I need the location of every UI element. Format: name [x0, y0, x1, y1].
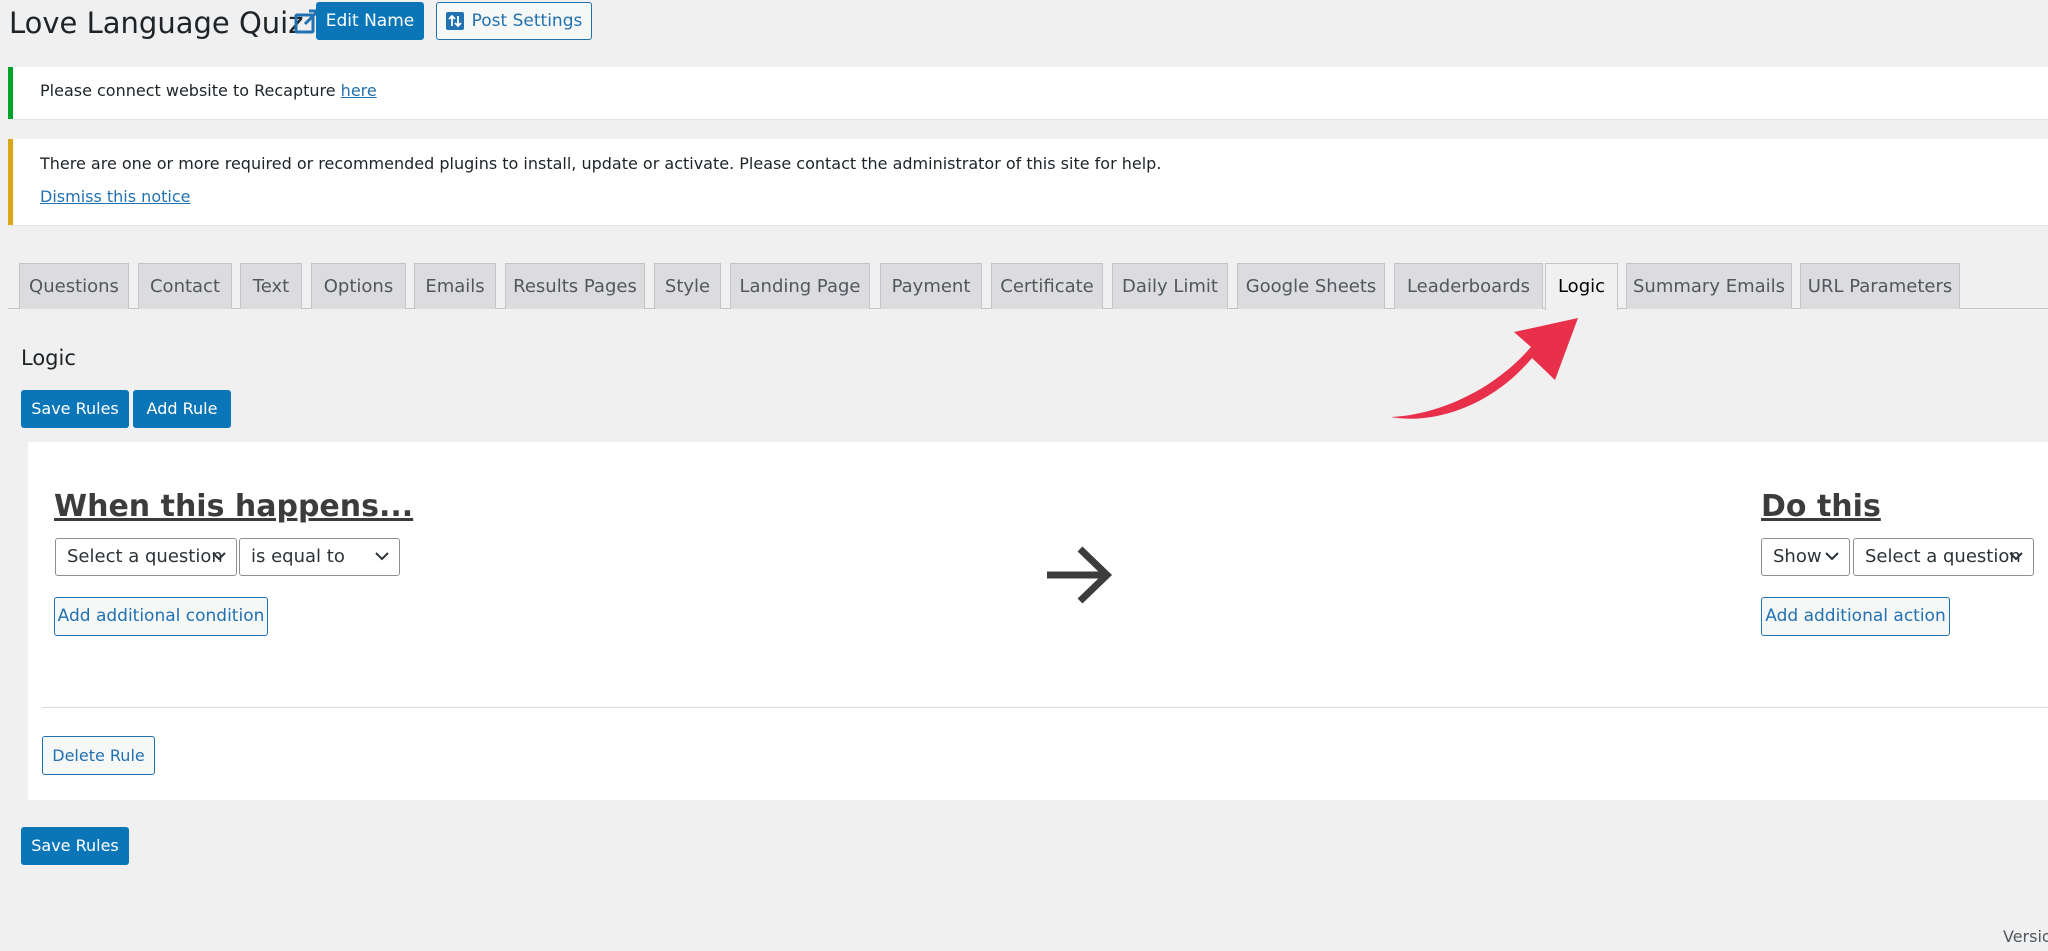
tab-style[interactable]: Style	[654, 263, 721, 309]
dismiss-notice-link[interactable]: Dismiss this notice	[40, 187, 190, 206]
tab-emails[interactable]: Emails	[414, 263, 496, 309]
recapture-notice-text: Please connect website to Recapture	[40, 81, 341, 100]
chevron-down-icon	[2009, 552, 2023, 561]
tab-options[interactable]: Options	[311, 263, 406, 309]
delete-rule-button[interactable]: Delete Rule	[42, 736, 155, 775]
tab-daily-limit[interactable]: Daily Limit	[1112, 263, 1228, 309]
condition-question-select[interactable]: Select a question	[55, 538, 237, 576]
recapture-notice: Please connect website to Recapture here	[8, 67, 2048, 119]
annotation-arrow-icon	[1391, 318, 1578, 419]
page-title: Love Language Quiz	[9, 6, 304, 40]
action-type-value: Show	[1773, 546, 1822, 567]
arrow-right-icon	[1047, 546, 1113, 604]
rule-divider	[42, 707, 2048, 708]
do-heading: Do this	[1761, 489, 1881, 524]
add-condition-button[interactable]: Add additional condition	[54, 597, 268, 636]
plugins-notice-text: There are one or more required or recomm…	[40, 154, 1162, 173]
tab-payment[interactable]: Payment	[880, 263, 982, 309]
tab-summary-emails[interactable]: Summary Emails	[1626, 263, 1792, 309]
add-rule-button[interactable]: Add Rule	[133, 390, 231, 428]
edit-name-button[interactable]: Edit Name	[316, 2, 424, 40]
action-question-value: Select a question	[1865, 546, 2021, 567]
tab-google-sheets[interactable]: Google Sheets	[1237, 263, 1385, 309]
plugins-notice: There are one or more required or recomm…	[8, 139, 2048, 225]
chevron-down-icon	[375, 552, 389, 561]
tab-certificate[interactable]: Certificate	[991, 263, 1103, 309]
add-action-button[interactable]: Add additional action	[1761, 597, 1950, 636]
recapture-here-link[interactable]: here	[341, 81, 377, 100]
post-settings-button[interactable]: Post Settings	[436, 2, 592, 40]
version-text: Versio	[2003, 927, 2048, 946]
tab-questions[interactable]: Questions	[19, 263, 129, 309]
recapture-notice-message: Please connect website to Recapture here	[40, 81, 377, 100]
condition-operator-select[interactable]: is equal to	[239, 538, 400, 576]
action-type-select[interactable]: Show	[1761, 538, 1850, 576]
condition-question-value: Select a question	[67, 546, 223, 567]
chevron-down-icon	[1825, 552, 1839, 561]
tab-text[interactable]: Text	[240, 263, 302, 309]
condition-operator-value: is equal to	[251, 546, 345, 567]
tab-landing-page[interactable]: Landing Page	[730, 263, 870, 309]
save-rules-bottom-button[interactable]: Save Rules	[21, 827, 129, 865]
chevron-down-icon	[212, 552, 226, 561]
section-heading: Logic	[21, 346, 76, 370]
post-settings-label: Post Settings	[471, 11, 583, 31]
tab-results-pages[interactable]: Results Pages	[505, 263, 645, 309]
action-question-select[interactable]: Select a question	[1853, 538, 2034, 576]
when-heading: When this happens...	[54, 489, 414, 524]
tab-contact[interactable]: Contact	[138, 263, 232, 309]
tab-url-parameters[interactable]: URL Parameters	[1800, 263, 1960, 309]
save-rules-button[interactable]: Save Rules	[21, 390, 129, 428]
sort-arrows-icon	[445, 12, 464, 30]
